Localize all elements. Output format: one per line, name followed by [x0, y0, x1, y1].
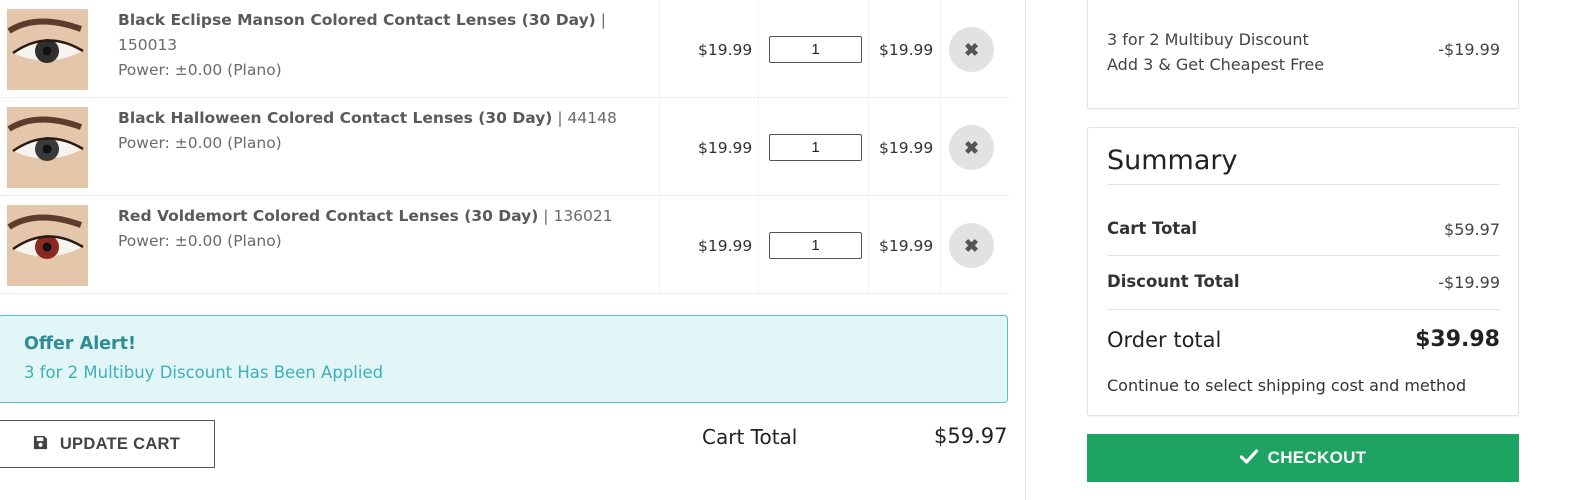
summary-discount-total-value: -$19.99	[1438, 273, 1500, 292]
column-divider	[758, 0, 759, 97]
column-divider	[940, 98, 941, 195]
offer-alert: Offer Alert! 3 for 2 Multibuy Discount H…	[0, 315, 1008, 403]
line-total: $19.99	[879, 237, 934, 255]
summary-cart-total-value: $59.97	[1444, 220, 1500, 239]
divider	[1107, 309, 1500, 310]
discount-name: 3 for 2 Multibuy Discount	[1107, 30, 1309, 49]
column-divider	[868, 196, 869, 293]
product-name-link[interactable]: Black Halloween Colored Contact Lenses (…	[118, 109, 552, 127]
update-cart-label: UPDATE CART	[59, 434, 181, 453]
cart-item-row: Black Halloween Colored Contact Lenses (…	[0, 98, 1009, 196]
checkmark-icon	[1239, 449, 1258, 467]
order-total-label: Order total	[1107, 328, 1222, 352]
close-icon: ✖	[963, 235, 980, 256]
checkout-label: CHECKOUT	[1267, 448, 1367, 467]
product-thumbnail[interactable]	[7, 9, 88, 90]
save-icon	[33, 435, 48, 453]
cart-item-row: Red Voldemort Colored Contact Lenses (30…	[0, 196, 1009, 294]
product-power: Power: ±0.00 (Plano)	[118, 61, 282, 79]
cart-total-value: $59.97	[934, 424, 1008, 448]
unit-price: $19.99	[698, 41, 753, 59]
product-sku: 150013	[118, 36, 178, 54]
order-total-value: $39.98	[1415, 327, 1500, 352]
product-info: Black Eclipse Manson Colored Contact Len…	[118, 8, 638, 83]
offer-alert-text: 3 for 2 Multibuy Discount Has Been Appli…	[24, 363, 384, 382]
unit-price: $19.99	[698, 237, 753, 255]
close-icon: ✖	[963, 39, 980, 60]
shipping-note: Continue to select shipping cost and met…	[1107, 376, 1467, 395]
unit-price: $19.99	[698, 139, 753, 157]
offer-alert-title: Offer Alert!	[24, 334, 137, 354]
column-divider	[758, 98, 759, 195]
product-power: Power: ±0.00 (Plano)	[118, 134, 282, 152]
discount-amount: -$19.99	[1438, 40, 1500, 59]
quantity-input[interactable]	[769, 36, 862, 63]
product-info: Black Halloween Colored Contact Lenses (…	[118, 106, 638, 156]
quantity-input[interactable]	[769, 134, 862, 161]
column-divider	[1025, 0, 1026, 500]
column-divider	[659, 0, 660, 97]
summary-panel: Summary Cart Total $59.97 Discount Total…	[1087, 127, 1519, 416]
column-divider	[758, 196, 759, 293]
product-power: Power: ±0.00 (Plano)	[118, 232, 282, 250]
line-total: $19.99	[879, 139, 934, 157]
product-sku: 44148	[567, 109, 617, 127]
separator: |	[557, 109, 563, 127]
summary-cart-total-label: Cart Total	[1107, 219, 1198, 238]
divider	[1107, 184, 1500, 185]
summary-title: Summary	[1107, 145, 1238, 176]
product-name-link[interactable]: Red Voldemort Colored Contact Lenses (30…	[118, 207, 538, 225]
column-divider	[868, 0, 869, 97]
update-cart-button[interactable]: UPDATE CART	[0, 420, 215, 468]
product-thumbnail[interactable]	[7, 107, 88, 188]
close-icon: ✖	[963, 137, 980, 158]
product-info: Red Voldemort Colored Contact Lenses (30…	[118, 204, 638, 254]
column-divider	[940, 196, 941, 293]
remove-item-button[interactable]: ✖	[949, 125, 994, 170]
summary-discount-total-label: Discount Total	[1107, 272, 1240, 291]
divider	[1107, 255, 1500, 256]
cart-total-label: Cart Total	[702, 425, 798, 449]
product-sku: 136021	[553, 207, 613, 225]
discount-description: 3 for 2 Multibuy Discount Add 3 & Get Ch…	[1107, 27, 1324, 77]
discount-detail: Add 3 & Get Cheapest Free	[1107, 55, 1325, 74]
separator: |	[543, 207, 549, 225]
product-thumbnail[interactable]	[7, 205, 88, 286]
remove-item-button[interactable]: ✖	[949, 27, 994, 72]
cart-item-row: Black Eclipse Manson Colored Contact Len…	[0, 0, 1009, 98]
separator: |	[600, 11, 606, 29]
quantity-input[interactable]	[769, 232, 862, 259]
column-divider	[940, 0, 941, 97]
column-divider	[659, 196, 660, 293]
checkout-button[interactable]: CHECKOUT	[1087, 434, 1519, 482]
line-total: $19.99	[879, 41, 934, 59]
column-divider	[868, 98, 869, 195]
remove-item-button[interactable]: ✖	[949, 223, 994, 268]
product-name-link[interactable]: Black Eclipse Manson Colored Contact Len…	[118, 11, 596, 29]
discount-panel: 3 for 2 Multibuy Discount Add 3 & Get Ch…	[1087, 0, 1519, 109]
column-divider	[659, 98, 660, 195]
